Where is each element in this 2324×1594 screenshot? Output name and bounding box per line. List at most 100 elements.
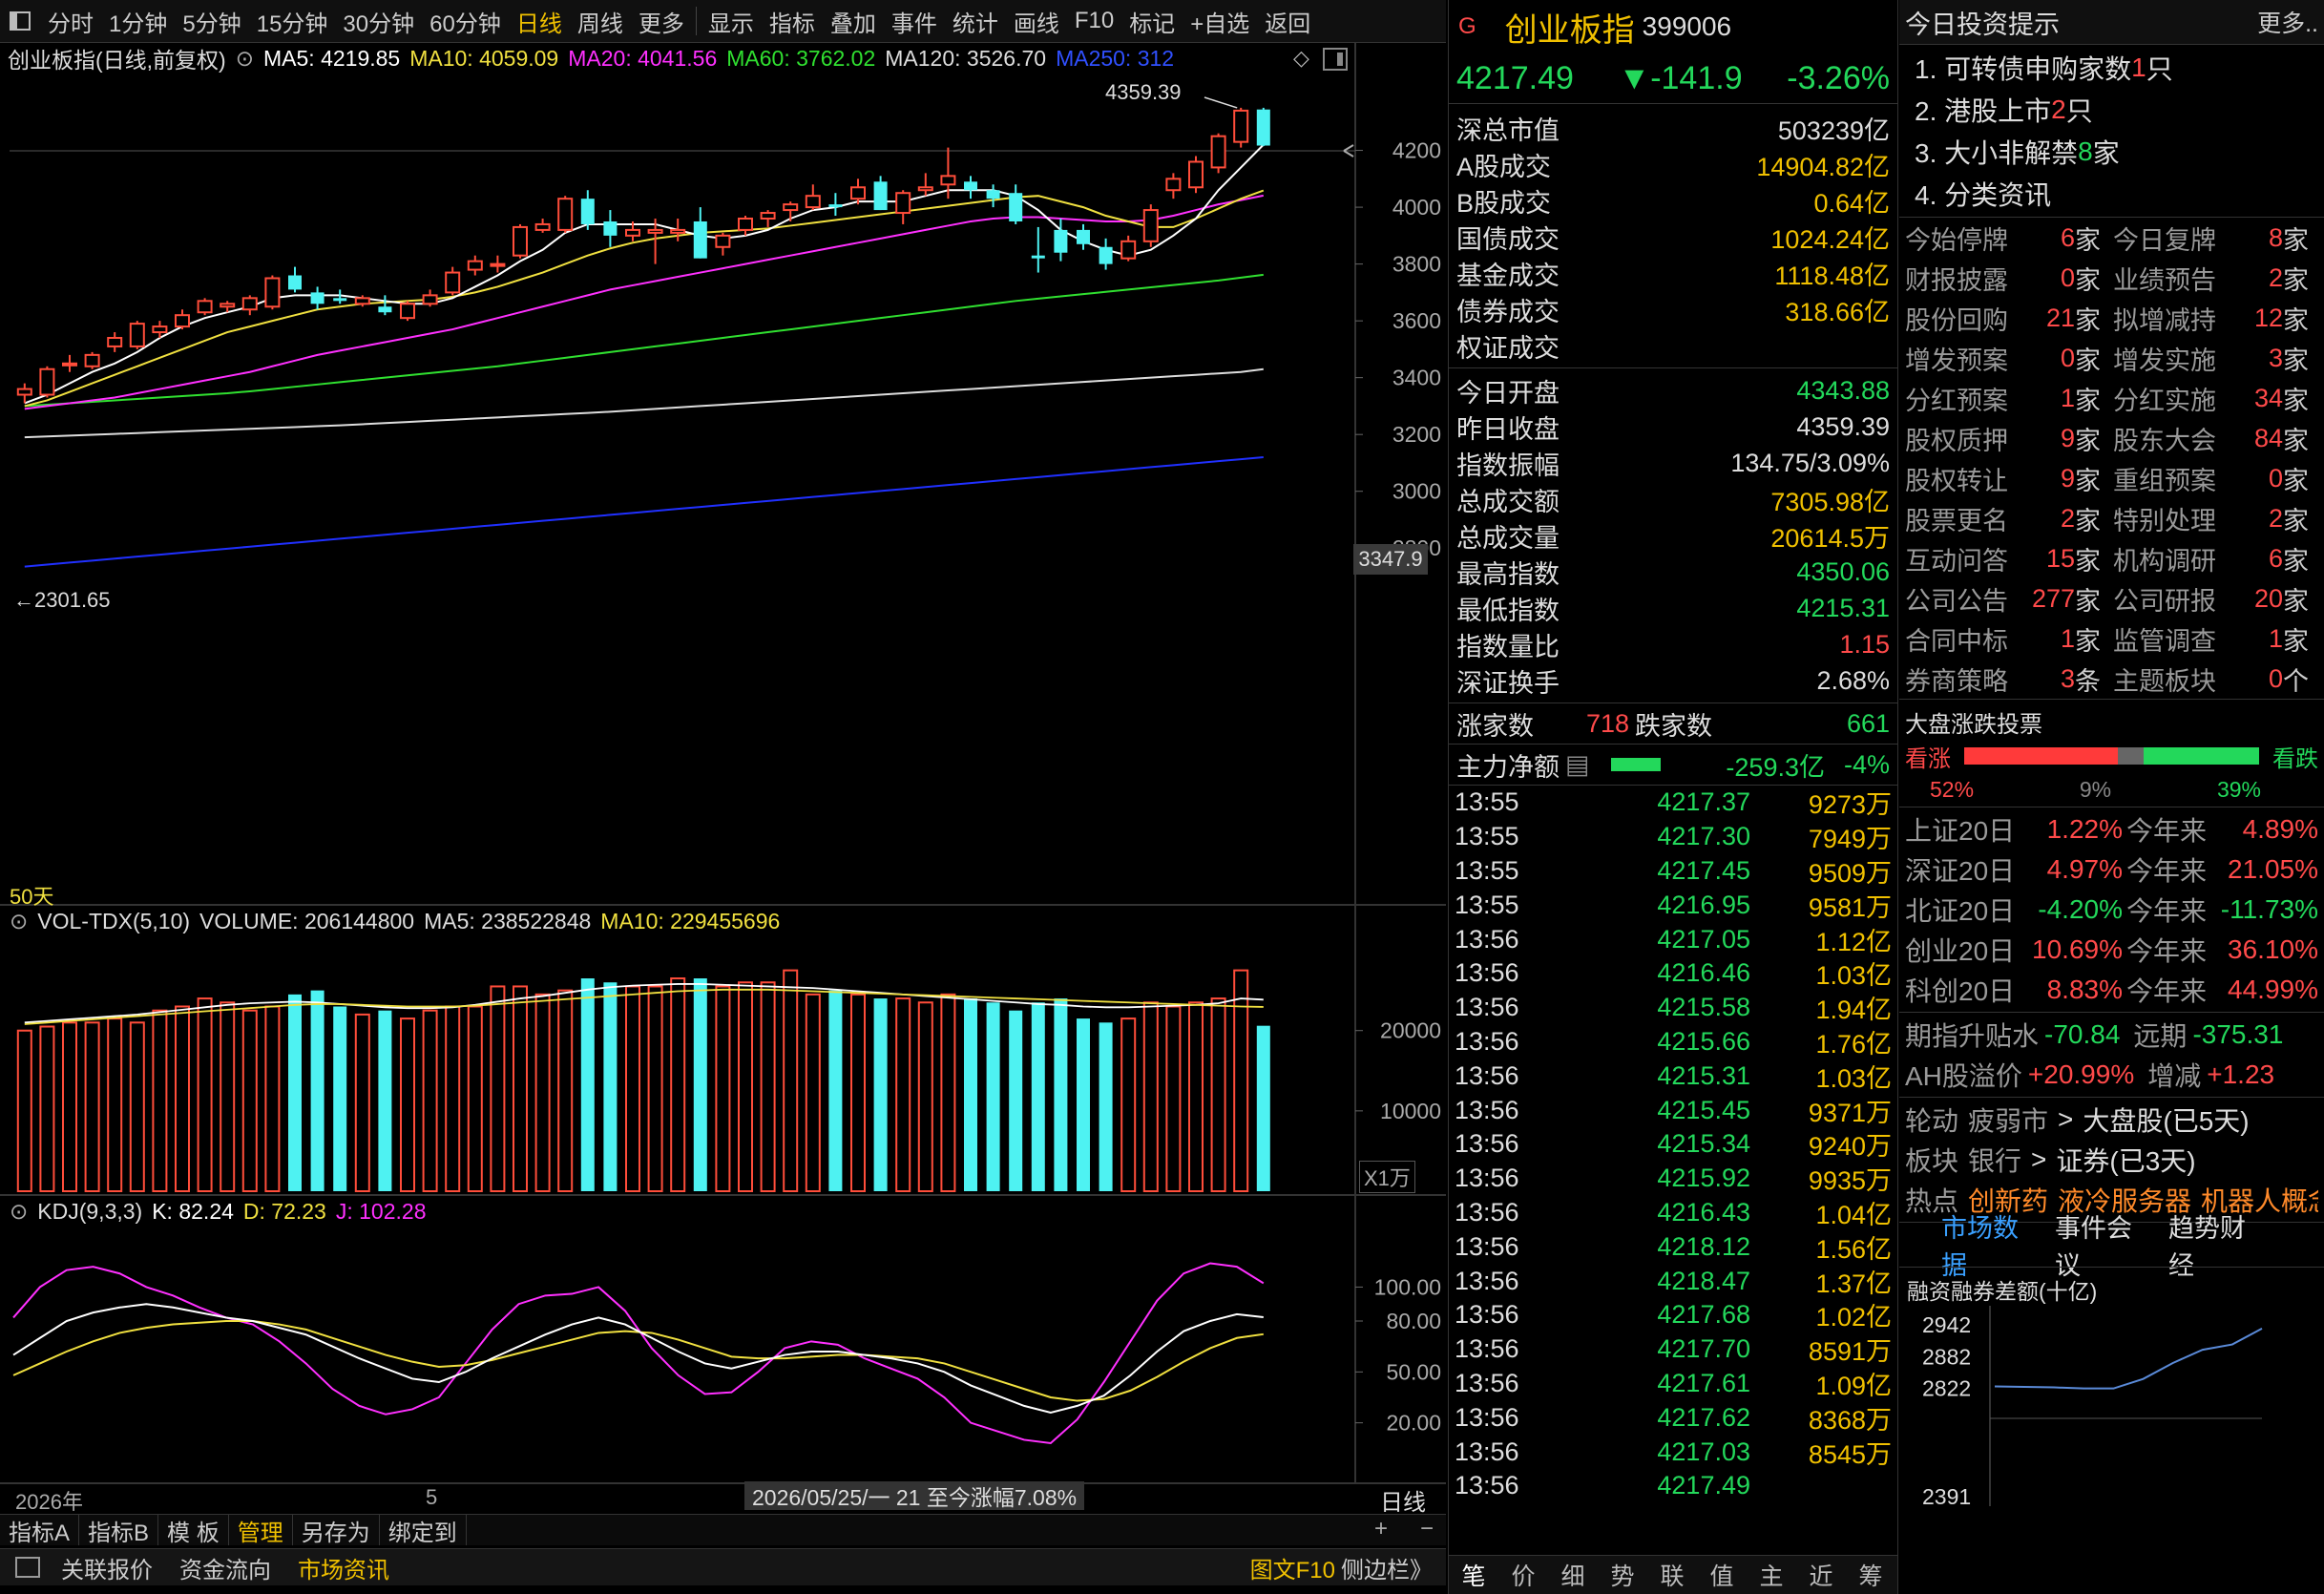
tips-more-link[interactable]: 更多.. [2257, 5, 2318, 39]
candle[interactable] [490, 255, 506, 273]
quote-tab[interactable]: 联 [1647, 1558, 1697, 1592]
candle[interactable] [197, 298, 213, 316]
event-stat[interactable]: 增发实施 3 家 [2113, 340, 2321, 377]
candle[interactable] [422, 289, 438, 307]
tool-button[interactable]: 显示 [701, 0, 762, 42]
candle[interactable] [805, 184, 821, 211]
event-stat[interactable]: 公司研报 20 家 [2113, 580, 2321, 618]
candle[interactable] [557, 196, 574, 233]
event-stat[interactable]: 主题板块 0 个 [2113, 661, 2321, 698]
options-icon[interactable]: ⊙ [10, 909, 28, 934]
tool-button[interactable]: 指标 [762, 0, 823, 42]
vote-up-label[interactable]: 看涨 [1905, 740, 1964, 773]
rotation-style[interactable]: 大盘股(已5天) [2083, 1101, 2249, 1139]
tool-button[interactable]: 事件 [884, 0, 945, 42]
tool-button[interactable]: 叠加 [823, 0, 884, 42]
event-stat[interactable]: 股权质押 9 家 [1905, 420, 2113, 457]
quote-tab[interactable]: 值 [1697, 1558, 1747, 1592]
candle[interactable] [84, 351, 100, 369]
candle[interactable] [1256, 107, 1270, 147]
candle[interactable] [850, 178, 866, 205]
event-stat[interactable]: 拟增减持 12 家 [2113, 300, 2321, 337]
candle[interactable] [62, 354, 77, 372]
event-stat[interactable]: 券商策略 3 条 [1905, 661, 2113, 698]
menu-icon[interactable]: ▤ [1565, 750, 1590, 780]
quote-tab[interactable]: 近 [1796, 1558, 1846, 1592]
status-tab[interactable]: 资金流向 [179, 1551, 271, 1584]
tool-button[interactable]: 标记 [1121, 0, 1183, 42]
event-stat[interactable]: 股权转让 9 家 [1905, 460, 2113, 497]
event-stat[interactable]: 分红预案 1 家 [1905, 380, 2113, 417]
candle[interactable] [895, 190, 911, 224]
indicator-tab[interactable]: 指标B [79, 1515, 159, 1546]
period-tab[interactable]: 日线 [509, 0, 570, 42]
tool-button[interactable]: 画线 [1006, 0, 1067, 42]
sector-from[interactable]: 银行 [1968, 1141, 2021, 1179]
candle[interactable] [1233, 107, 1249, 148]
event-stat[interactable]: 股东大会 84 家 [2113, 420, 2321, 457]
quote-tab[interactable]: 价 [1498, 1558, 1548, 1592]
quote-tab[interactable]: 笔 [1449, 1558, 1498, 1592]
indicator-tab[interactable]: 模 板 [158, 1515, 229, 1546]
event-stat[interactable]: 业绩预告 2 家 [2113, 260, 2321, 297]
candle[interactable] [738, 216, 753, 236]
candle[interactable] [513, 223, 528, 259]
vote-down-label[interactable]: 看跌 [2259, 740, 2318, 773]
status-tab[interactable]: 市场资讯 [298, 1551, 389, 1584]
quote-tab[interactable]: 细 [1548, 1558, 1598, 1592]
candle[interactable] [828, 193, 843, 217]
candle[interactable] [1120, 235, 1137, 262]
candle[interactable] [1188, 156, 1204, 194]
window-icon[interactable] [0, 0, 40, 42]
zoom-out-icon[interactable]: − [1420, 1516, 1434, 1542]
candle[interactable] [873, 176, 888, 211]
tip-item[interactable]: 3. 大小非解禁 8 家 [1915, 131, 2309, 173]
event-stat[interactable]: 今始停牌 6 家 [1905, 220, 2113, 257]
candle[interactable] [715, 232, 731, 256]
quote-tab[interactable]: 势 [1598, 1558, 1647, 1592]
period-tab[interactable]: 5分钟 [175, 0, 248, 42]
kline-chart-area[interactable]: 42004000380036003400320030002800 2000010… [0, 42, 1446, 1507]
candle[interactable] [288, 266, 302, 293]
indicator-tab[interactable]: 管理 [229, 1515, 293, 1546]
event-stat[interactable]: 今日复牌 8 家 [2113, 220, 2321, 257]
candle[interactable] [1031, 226, 1045, 273]
f10-link[interactable]: 图文F10 [1250, 1551, 1335, 1584]
event-stat[interactable]: 合同中标 1 家 [1905, 620, 2113, 658]
candle[interactable] [603, 210, 618, 247]
period-tab[interactable]: 分时 [40, 0, 101, 42]
candle[interactable] [917, 173, 933, 197]
candle[interactable] [783, 201, 799, 221]
event-stat[interactable]: 股份回购 21 家 [1905, 300, 2113, 337]
sidebar-toggle[interactable]: 侧边栏》 [1341, 1551, 1433, 1584]
quote-tab[interactable]: 筹 [1846, 1558, 1895, 1592]
candle[interactable] [1009, 184, 1023, 224]
period-tab[interactable]: 更多 [631, 0, 692, 42]
candle[interactable] [264, 275, 281, 310]
event-stat[interactable]: 股票更名 2 家 [1905, 500, 2113, 537]
quote-tab[interactable]: 主 [1747, 1558, 1796, 1592]
candle[interactable] [107, 332, 123, 352]
candle[interactable] [580, 190, 595, 230]
candle[interactable] [670, 219, 686, 241]
tool-button[interactable]: +自选 [1183, 0, 1257, 42]
event-stat[interactable]: 增发预案 0 家 [1905, 340, 2113, 377]
period-tab[interactable]: 15分钟 [249, 0, 336, 42]
candle[interactable] [445, 266, 461, 296]
event-stat[interactable]: 监管调查 1 家 [2113, 620, 2321, 658]
indicator-tab[interactable]: 另存为 [293, 1515, 380, 1546]
rotation-market[interactable]: 疲弱市 [1968, 1101, 2048, 1139]
event-stat[interactable]: 互动问答 15 家 [1905, 540, 2113, 577]
tool-button[interactable]: F10 [1067, 0, 1121, 42]
candle[interactable] [1210, 133, 1226, 174]
candle[interactable] [16, 383, 32, 404]
candle[interactable] [1142, 204, 1159, 247]
event-stat[interactable]: 公司公告 277 家 [1905, 580, 2113, 618]
zoom-in-icon[interactable]: + [1374, 1516, 1388, 1542]
status-tab[interactable]: 关联报价 [61, 1551, 153, 1584]
indicator-tab[interactable]: 绑定到 [380, 1515, 467, 1546]
options-icon[interactable]: ⊙ [10, 1199, 28, 1225]
event-stat[interactable]: 财报披露 0 家 [1905, 260, 2113, 297]
candle[interactable] [310, 286, 325, 310]
event-stat[interactable]: 特别处理 2 家 [2113, 500, 2321, 537]
